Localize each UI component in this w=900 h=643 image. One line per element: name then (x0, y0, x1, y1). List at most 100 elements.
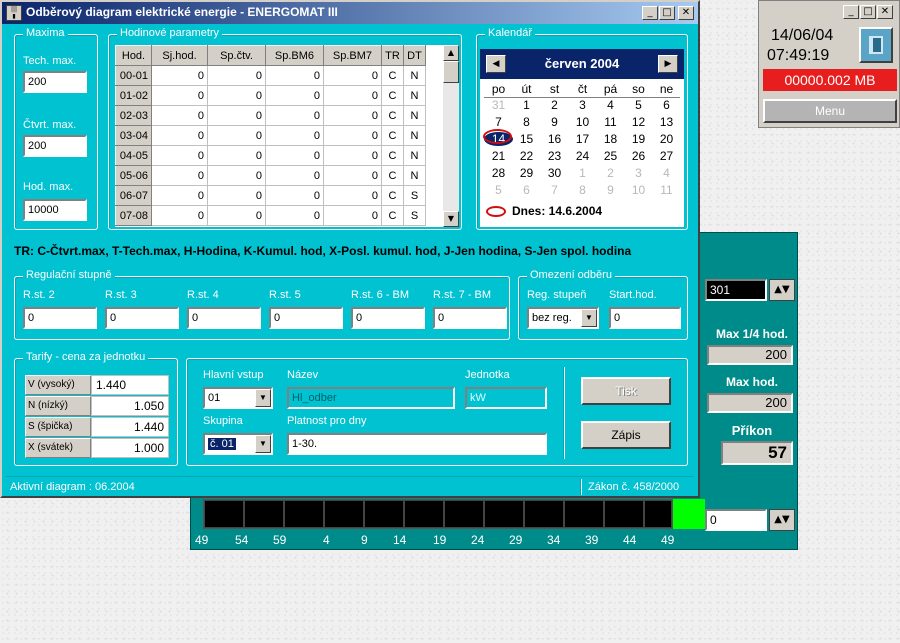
chevron-down-icon[interactable]: ▼ (255, 389, 271, 407)
table-cell[interactable]: C (381, 185, 404, 206)
table-cell[interactable]: 0 (265, 105, 324, 126)
table-cell[interactable]: S (403, 185, 426, 206)
hour-cell[interactable]: 01-02 (115, 85, 152, 106)
tariff-value[interactable]: 1.440 (91, 375, 169, 395)
table-row[interactable]: 06-07 0 0 0 0 C S (115, 185, 426, 206)
calendar-day[interactable]: 8 (568, 183, 597, 197)
table-cell[interactable]: 0 (265, 65, 324, 86)
table-cell[interactable]: 0 (323, 105, 382, 126)
table-cell[interactable]: 0 (151, 165, 208, 186)
table-cell[interactable]: 0 (265, 205, 324, 226)
calendar-day[interactable]: 21 (484, 149, 513, 163)
column-header[interactable]: Hod. (115, 45, 152, 66)
chevron-down-icon[interactable]: ▼ (581, 309, 597, 327)
calendar-day[interactable]: 5 (624, 98, 653, 112)
next-month-button[interactable]: ▶ (658, 55, 678, 73)
hour-cell[interactable]: 03-04 (115, 125, 152, 146)
table-row[interactable]: 02-03 0 0 0 0 C N (115, 105, 426, 126)
calendar-day[interactable]: 10 (624, 183, 653, 197)
table-cell[interactable]: N (403, 145, 426, 166)
calendar-day[interactable]: 4 (596, 98, 625, 112)
validity-input[interactable]: 1-30. (287, 433, 547, 455)
column-header[interactable]: Sp.BM7 (323, 45, 382, 66)
calendar-day[interactable]: 16 (540, 132, 569, 146)
reg-step-input[interactable]: 0 (105, 307, 179, 329)
hour-cell[interactable]: 00-01 (115, 65, 152, 86)
spin-arrows-icon[interactable]: ▲▼ (769, 509, 795, 531)
calendar-day[interactable]: 25 (596, 149, 625, 163)
table-cell[interactable]: 0 (151, 125, 208, 146)
close-button[interactable]: ✕ (877, 5, 893, 19)
table-cell[interactable]: C (381, 65, 404, 86)
table-cell[interactable]: 0 (265, 145, 324, 166)
start-hour-input[interactable]: 0 (609, 307, 681, 329)
calendar-day[interactable]: 27 (652, 149, 681, 163)
calendar-day[interactable]: 12 (624, 115, 653, 129)
calendar-day[interactable]: 30 (540, 166, 569, 180)
table-cell[interactable]: 0 (323, 65, 382, 86)
calendar-day[interactable]: 3 (568, 98, 597, 112)
calendar-day[interactable]: 18 (596, 132, 625, 146)
calendar-day[interactable]: 9 (540, 115, 569, 129)
calendar-day[interactable]: 8 (512, 115, 541, 129)
calendar-day[interactable]: 24 (568, 149, 597, 163)
table-cell[interactable]: 0 (207, 205, 266, 226)
table-cell[interactable]: 0 (265, 125, 324, 146)
calendar-day[interactable]: 23 (540, 149, 569, 163)
calendar-day[interactable]: 6 (512, 183, 541, 197)
calendar-day[interactable]: 7 (484, 115, 513, 129)
calendar-day[interactable]: 7 (540, 183, 569, 197)
calendar-day[interactable]: 29 (512, 166, 541, 180)
column-header[interactable]: TR (381, 45, 404, 66)
calendar-day[interactable]: 22 (512, 149, 541, 163)
table-row[interactable]: 00-01 0 0 0 0 C N (115, 65, 426, 86)
hour-cell[interactable]: 06-07 (115, 185, 152, 206)
table-scrollbar[interactable]: ▲ ▼ (443, 45, 459, 227)
calendar-day[interactable]: 11 (596, 115, 625, 129)
table-cell[interactable]: C (381, 85, 404, 106)
scroll-thumb[interactable] (443, 61, 459, 83)
calendar-day[interactable]: 1 (568, 166, 597, 180)
table-cell[interactable]: 0 (323, 205, 382, 226)
table-cell[interactable]: 0 (151, 85, 208, 106)
column-header[interactable]: DT (403, 45, 426, 66)
group-select[interactable]: č. 01 ▼ (203, 433, 273, 455)
table-cell[interactable]: C (381, 165, 404, 186)
calendar-day[interactable]: 13 (652, 115, 681, 129)
calendar-day[interactable]: 10 (568, 115, 597, 129)
table-cell[interactable]: C (381, 125, 404, 146)
scroll-up-icon[interactable]: ▲ (443, 45, 459, 61)
calendar-day[interactable]: 28 (484, 166, 513, 180)
calendar-day[interactable]: 5 (484, 183, 513, 197)
today-label[interactable]: Dnes: 14.6.2004 (512, 204, 602, 218)
calendar-day[interactable]: 6 (652, 98, 681, 112)
tariff-value[interactable]: 1.050 (91, 396, 169, 416)
table-cell[interactable]: C (381, 145, 404, 166)
table-cell[interactable]: 0 (265, 185, 324, 206)
table-row[interactable]: 01-02 0 0 0 0 C N (115, 85, 426, 106)
exit-icon[interactable] (859, 27, 893, 63)
scroll-down-icon[interactable]: ▼ (443, 211, 459, 227)
ctvrt-max-input[interactable]: 200 (23, 135, 87, 157)
calendar-day[interactable]: 31 (484, 98, 513, 112)
bottom-spin-field[interactable]: 0 (705, 509, 767, 531)
reg-step-input[interactable]: 0 (187, 307, 261, 329)
calendar-day[interactable]: 20 (652, 132, 681, 146)
minimize-button[interactable]: _ (642, 6, 658, 20)
calendar-day[interactable]: 3 (624, 166, 653, 180)
reg-step-input[interactable]: 0 (433, 307, 507, 329)
table-cell[interactable]: 0 (323, 85, 382, 106)
table-row[interactable]: 03-04 0 0 0 0 C N (115, 125, 426, 146)
calendar-day[interactable]: 17 (568, 132, 597, 146)
hour-cell[interactable]: 05-06 (115, 165, 152, 186)
hour-cell[interactable]: 07-08 (115, 205, 152, 226)
chevron-down-icon[interactable]: ▼ (255, 435, 271, 453)
table-cell[interactable]: 0 (323, 145, 382, 166)
reg-step-select[interactable]: bez reg. ▼ (527, 307, 599, 329)
table-cell[interactable]: 0 (207, 85, 266, 106)
calendar-day[interactable]: 2 (540, 98, 569, 112)
table-cell[interactable]: 0 (323, 125, 382, 146)
table-cell[interactable]: N (403, 165, 426, 186)
table-cell[interactable]: N (403, 65, 426, 86)
table-cell[interactable]: C (381, 205, 404, 226)
